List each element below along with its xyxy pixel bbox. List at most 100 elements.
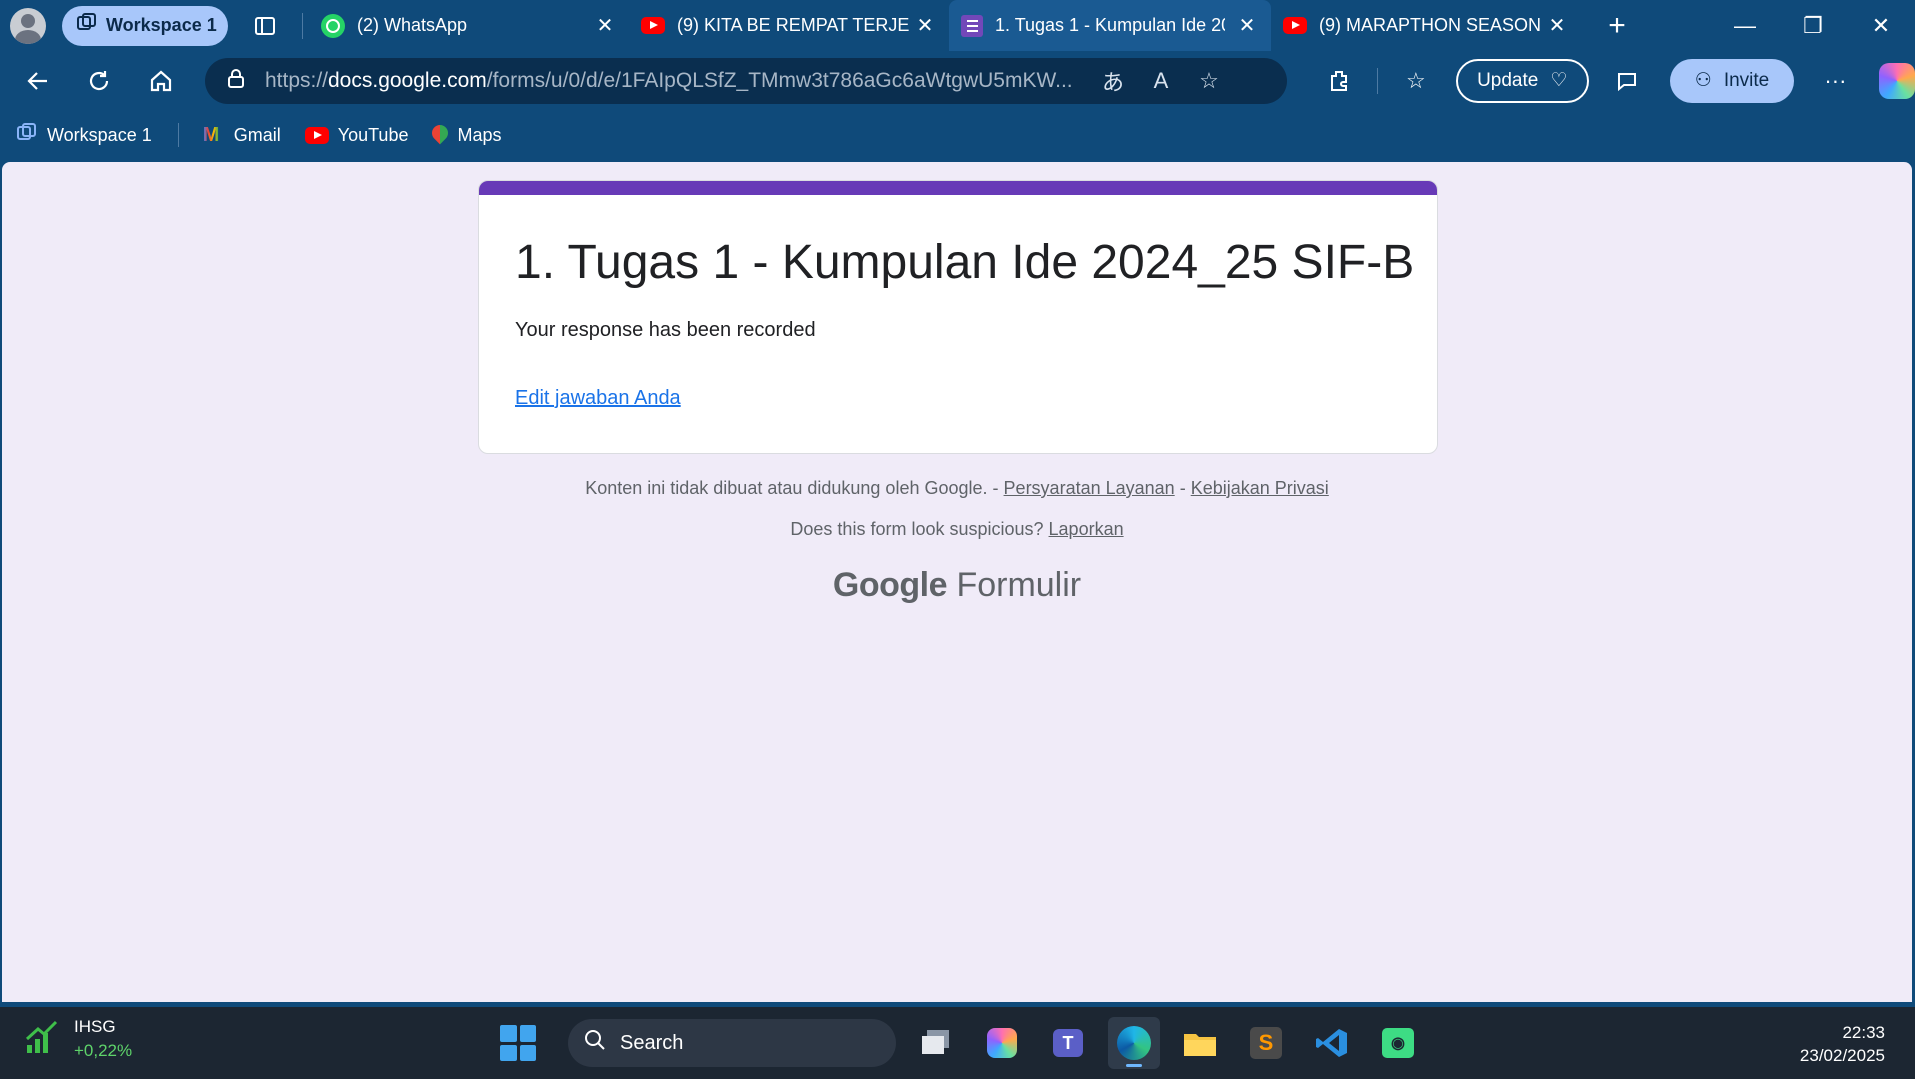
footer-disclaimer: Konten ini tidak dibuat atau didukung ol…: [2, 478, 1912, 499]
favorite-star-icon[interactable]: ☆: [1189, 68, 1229, 94]
back-icon[interactable]: [14, 57, 62, 105]
bookmark-label: YouTube: [337, 124, 409, 145]
close-tab-icon[interactable]: ✕: [913, 13, 937, 38]
lock-icon[interactable]: [225, 67, 247, 94]
workspace-icon: [76, 12, 98, 39]
copilot-app-icon[interactable]: [976, 1017, 1028, 1069]
minimize-icon[interactable]: —: [1711, 0, 1779, 51]
tab-youtube-kita[interactable]: (9) KITA BE REMPAT TERJEBAK ✕: [629, 0, 949, 51]
close-tab-icon[interactable]: ✕: [1235, 13, 1259, 38]
taskbar-apps: Search T S ◉: [500, 1015, 1424, 1071]
bookmarks-bar: Workspace 1 Gmail YouTube Maps: [0, 110, 1915, 160]
tab-title: (9) KITA BE REMPAT TERJEBAK: [677, 15, 909, 35]
address-toolbar: https://docs.google.com/forms/u/0/d/e/1F…: [0, 51, 1915, 110]
address-bar[interactable]: https://docs.google.com/forms/u/0/d/e/1F…: [204, 57, 1288, 104]
windows-start-icon[interactable]: [500, 1025, 536, 1061]
tab-actions-icon[interactable]: [248, 9, 282, 43]
footer-separator: -: [1179, 478, 1186, 498]
favorites-icon[interactable]: ☆: [1394, 59, 1438, 103]
clock-time: 22:33: [1842, 1023, 1885, 1042]
bookmark-label: Gmail: [233, 124, 281, 145]
stock-widget[interactable]: IHSG +0,22%: [24, 1017, 132, 1061]
bookmark-gmail[interactable]: Gmail: [203, 124, 281, 147]
invite-button[interactable]: ⚇ Invite: [1670, 58, 1794, 103]
page-viewport: 1. Tugas 1 - Kumpulan Ide 2024_25 SIF-B …: [2, 162, 1912, 1002]
bookmark-separator: [177, 123, 179, 147]
stock-chart-icon: [24, 1019, 60, 1060]
clock-date: 23/02/2025: [1799, 1046, 1885, 1065]
url-path: /forms/u/0/d/e/1FAIpQLSfZ_TMmw3t786aGc6a…: [486, 68, 1073, 92]
edge-browser-icon[interactable]: [1108, 1017, 1160, 1069]
footer-separator: -: [992, 478, 999, 498]
terms-link[interactable]: Persyaratan Layanan: [1004, 478, 1175, 498]
widget-title: IHSG: [74, 1017, 116, 1036]
url-text[interactable]: https://docs.google.com/forms/u/0/d/e/1F…: [265, 69, 1085, 93]
profile-avatar-icon[interactable]: [10, 7, 46, 44]
extensions-icon[interactable]: [1317, 59, 1361, 103]
tab-forms-active[interactable]: 1. Tugas 1 - Kumpulan Ide 2024 ✕: [949, 0, 1271, 51]
whatsapp-icon: [321, 13, 345, 38]
url-prefix: https://: [264, 68, 328, 92]
report-link[interactable]: Laporkan: [1049, 519, 1124, 539]
search-placeholder: Search: [620, 1031, 684, 1054]
widget-value: +0,22%: [74, 1041, 133, 1060]
bookmark-youtube[interactable]: YouTube: [304, 124, 409, 146]
update-button[interactable]: Update ♡: [1455, 58, 1589, 103]
workspace-icon: [16, 122, 38, 149]
tab-bar: Workspace 1 (2) WhatsApp ✕ (9) KITA BE R…: [0, 0, 1915, 51]
new-tab-icon[interactable]: +: [1593, 2, 1641, 50]
tab-title: (2) WhatsApp: [357, 15, 468, 35]
url-host: docs.google.com: [328, 68, 487, 92]
form-accent-bar: [479, 181, 1437, 195]
refresh-icon[interactable]: [76, 57, 124, 105]
brand-google: Google: [832, 566, 948, 604]
windows-taskbar: IHSG +0,22% Search T S ◉ 22:33 23/02/202…: [0, 1007, 1915, 1079]
bookmark-maps[interactable]: Maps: [432, 125, 501, 146]
sublime-text-icon[interactable]: S: [1240, 1017, 1292, 1069]
window-controls: — ❐ ✕: [1711, 0, 1915, 51]
youtube-icon: [641, 17, 665, 34]
copilot-icon[interactable]: [1879, 62, 1915, 99]
close-window-icon[interactable]: ✕: [1847, 0, 1915, 51]
taskbar-search[interactable]: Search: [568, 1019, 896, 1067]
read-aloud-icon[interactable]: A: [1141, 68, 1181, 94]
translate-icon[interactable]: あ: [1093, 65, 1133, 97]
bookmark-workspace[interactable]: Workspace 1: [16, 122, 152, 149]
maps-icon: [432, 125, 448, 145]
edit-response-link[interactable]: Edit jawaban Anda: [515, 387, 681, 410]
suspicious-text: Does this form look suspicious?: [790, 519, 1044, 539]
workspace-pill[interactable]: Workspace 1: [62, 5, 228, 46]
vscode-icon[interactable]: [1306, 1017, 1358, 1069]
youtube-icon: [1283, 17, 1307, 34]
gmail-icon: [203, 124, 225, 147]
search-icon: [584, 1029, 606, 1057]
teams-icon[interactable]: T: [1042, 1017, 1094, 1069]
file-explorer-icon[interactable]: [1174, 1017, 1226, 1069]
tab-title: (9) MARAPTHON SEASON 2: [1319, 15, 1541, 35]
android-studio-icon[interactable]: ◉: [1372, 1017, 1424, 1069]
update-health-icon: ♡: [1550, 70, 1568, 91]
update-label: Update: [1477, 69, 1539, 91]
tab-whatsapp[interactable]: (2) WhatsApp ✕: [309, 0, 629, 51]
task-view-icon[interactable]: [910, 1017, 962, 1069]
bookmark-label: Workspace 1: [47, 124, 152, 145]
disclaimer-text: Konten ini tidak dibuat atau didukung ol…: [585, 478, 988, 498]
workspace-pill-label: Workspace 1: [106, 15, 217, 35]
toolbar-separator: [1377, 67, 1379, 94]
brand-product: Formulir: [956, 566, 1082, 604]
tab-title: 1. Tugas 1 - Kumpulan Ide 2024: [995, 15, 1225, 35]
youtube-icon: [304, 126, 329, 144]
invite-label: Invite: [1723, 69, 1770, 91]
feedback-icon[interactable]: [1605, 59, 1649, 103]
more-menu-icon[interactable]: ···: [1814, 59, 1858, 103]
system-clock[interactable]: 22:33 23/02/2025: [1800, 1021, 1885, 1067]
tab-youtube-marapthon[interactable]: (9) MARAPTHON SEASON 2 ✕: [1271, 0, 1581, 51]
people-add-icon: ⚇: [1694, 70, 1712, 91]
form-confirmation-card: 1. Tugas 1 - Kumpulan Ide 2024_25 SIF-B …: [478, 180, 1438, 454]
google-forms-logo[interactable]: Google Formulir: [2, 566, 1912, 605]
close-tab-icon[interactable]: ✕: [1545, 13, 1569, 38]
restore-icon[interactable]: ❐: [1779, 0, 1847, 51]
home-icon[interactable]: [137, 57, 185, 105]
privacy-link[interactable]: Kebijakan Privasi: [1191, 478, 1329, 498]
close-tab-icon[interactable]: ✕: [593, 13, 617, 38]
